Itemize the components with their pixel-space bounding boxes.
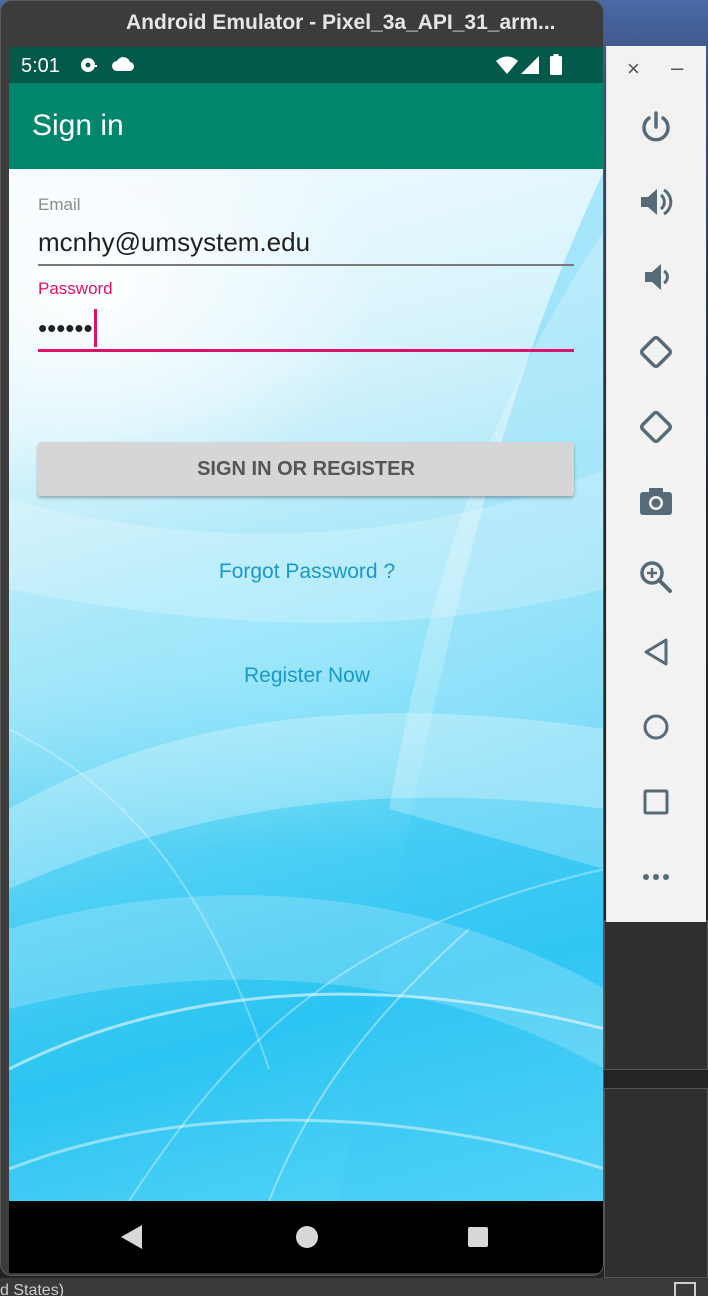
home-icon[interactable] bbox=[637, 708, 675, 746]
nav-recents-icon[interactable] bbox=[468, 1227, 488, 1247]
ide-panel-lower bbox=[604, 1088, 708, 1278]
emulator-titlebar[interactable]: Android Emulator - Pixel_3a_API_31_arm..… bbox=[1, 1, 603, 47]
email-label: Email bbox=[38, 195, 81, 214]
ide-panel bbox=[604, 920, 708, 1070]
expand-icon[interactable] bbox=[674, 1282, 696, 1296]
rotate-right-icon[interactable] bbox=[637, 408, 675, 446]
cloud-icon bbox=[112, 57, 134, 71]
overview-icon[interactable] bbox=[637, 783, 675, 821]
wifi-icon bbox=[496, 56, 518, 74]
ide-status-text: d States) bbox=[0, 1282, 65, 1296]
email-field[interactable]: mcnhy@umsystem.edu bbox=[38, 227, 310, 258]
camera-icon[interactable] bbox=[637, 483, 675, 521]
sign-in-button[interactable]: SIGN IN OR REGISTER bbox=[38, 442, 574, 496]
status-time: 5:01 bbox=[21, 55, 60, 77]
power-icon[interactable] bbox=[637, 108, 675, 146]
nav-home-icon[interactable] bbox=[296, 1226, 318, 1248]
zoom-icon[interactable] bbox=[637, 558, 675, 596]
battery-icon bbox=[550, 54, 562, 75]
ide-status-strip: d States) bbox=[0, 1278, 708, 1296]
emulator-title: Android Emulator - Pixel_3a_API_31_arm..… bbox=[126, 11, 556, 34]
page-title: Sign in bbox=[32, 109, 124, 142]
close-icon[interactable]: × bbox=[627, 56, 640, 82]
password-label: Password bbox=[38, 279, 113, 298]
text-cursor bbox=[94, 309, 97, 347]
register-now-link[interactable]: Register Now bbox=[9, 664, 603, 688]
back-icon[interactable] bbox=[637, 633, 675, 671]
minimize-icon[interactable]: – bbox=[671, 55, 683, 81]
password-underline bbox=[38, 349, 574, 352]
app-bar: Sign in bbox=[9, 83, 603, 169]
navigation-bar bbox=[9, 1201, 603, 1273]
volume-down-icon[interactable] bbox=[637, 258, 675, 296]
volume-up-icon[interactable] bbox=[637, 183, 675, 221]
emulator-window: Android Emulator - Pixel_3a_API_31_arm..… bbox=[0, 0, 604, 1276]
nav-back-icon[interactable] bbox=[121, 1225, 142, 1249]
password-field[interactable]: •••••• bbox=[38, 313, 93, 344]
email-underline bbox=[38, 264, 574, 266]
sign-in-content: Email mcnhy@umsystem.edu Password ••••••… bbox=[9, 169, 603, 1201]
notification-icon bbox=[81, 58, 97, 72]
status-bar: 5:01 bbox=[9, 47, 603, 83]
signal-icon bbox=[521, 56, 539, 74]
emulator-toolbar: × – bbox=[606, 46, 706, 922]
more-icon[interactable] bbox=[637, 858, 675, 896]
forgot-password-link[interactable]: Forgot Password ? bbox=[9, 560, 603, 584]
device-screen: 5:01 Sign in Email mcnhy@umsystem.edu Pa… bbox=[9, 47, 603, 1273]
rotate-left-icon[interactable] bbox=[637, 333, 675, 371]
